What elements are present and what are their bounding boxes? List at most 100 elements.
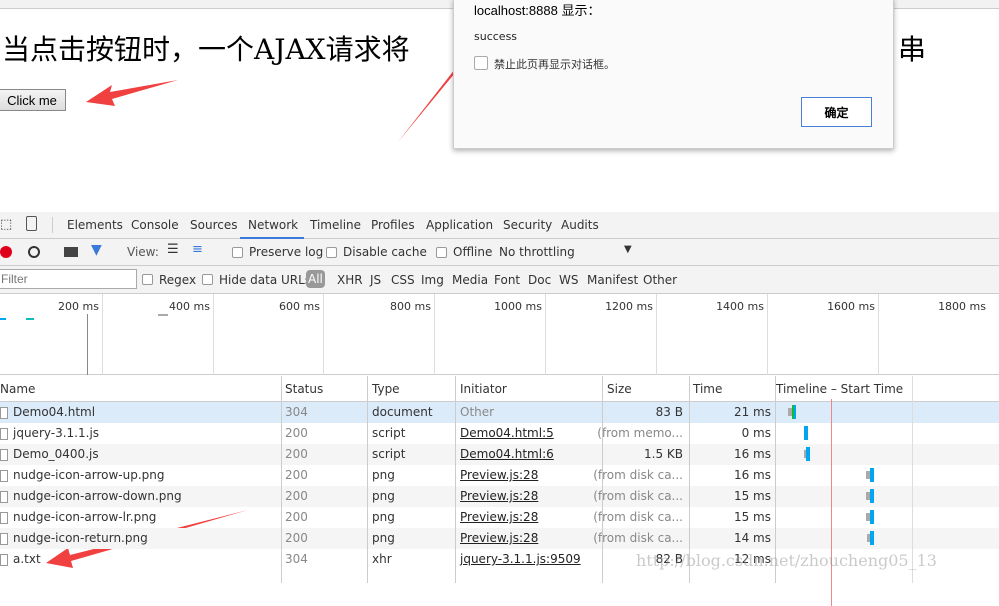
request-size: 83 B: [655, 405, 683, 419]
request-name[interactable]: a.txt: [13, 552, 41, 566]
table-row[interactable]: nudge-icon-arrow-up.png 200 png Preview.js:…: [0, 465, 999, 486]
request-initiator[interactable]: Preview.js:28: [460, 510, 538, 524]
preserve-log-label: Preserve log: [249, 245, 324, 259]
type-other[interactable]: Other: [643, 273, 677, 287]
overview-bar: [0, 318, 6, 320]
request-initiator[interactable]: Preview.js:28: [460, 531, 538, 545]
tab-console[interactable]: Console: [131, 218, 179, 232]
grid-line: [434, 294, 435, 375]
tick-label: 800 ms: [390, 300, 431, 313]
type-css[interactable]: CSS: [391, 273, 415, 287]
alert-dialog: localhost:8888 显示： success 禁止此页再显示对话框。 确…: [453, 0, 894, 149]
chevron-down-icon[interactable]: ▼: [624, 244, 632, 255]
tab-audits[interactable]: Audits: [561, 218, 599, 232]
inspect-element-icon[interactable]: ⬚: [0, 217, 12, 232]
timeline-overview[interactable]: 200 ms 400 ms 600 ms 800 ms 1000 ms 1200…: [0, 294, 999, 375]
col-size[interactable]: Size: [607, 382, 632, 396]
type-ws[interactable]: WS: [559, 273, 578, 287]
suppress-dialogs-checkbox[interactable]: [474, 56, 488, 70]
capture-screenshots-icon[interactable]: [64, 247, 78, 257]
table-row[interactable]: Demo04.html 304 document Other 83 B 21 ms: [0, 402, 999, 423]
type-doc[interactable]: Doc: [528, 273, 551, 287]
overview-bar: [26, 318, 34, 320]
tab-elements[interactable]: Elements: [67, 218, 123, 232]
type-xhr[interactable]: XHR: [337, 273, 363, 287]
request-initiator[interactable]: Demo04.html:5: [460, 426, 554, 440]
request-initiator[interactable]: Preview.js:28: [460, 468, 538, 482]
request-time: 16 ms: [733, 468, 771, 482]
dialog-title: localhost:8888 显示：: [474, 3, 601, 18]
tab-profiles[interactable]: Profiles: [371, 218, 415, 232]
download-bar: [870, 510, 874, 524]
grid-line: [767, 294, 768, 375]
preserve-log-checkbox[interactable]: [232, 247, 243, 258]
request-type: document: [372, 405, 433, 419]
request-size: (from memo...: [597, 426, 683, 440]
dialog-message: success: [474, 30, 518, 43]
type-all[interactable]: All: [306, 270, 325, 288]
tab-timeline[interactable]: Timeline: [310, 218, 361, 232]
tab-network[interactable]: Network: [240, 218, 305, 239]
type-js[interactable]: JS: [370, 273, 381, 287]
col-initiator[interactable]: Initiator: [460, 382, 507, 396]
type-media[interactable]: Media: [452, 273, 488, 287]
request-name[interactable]: Demo_0400.js: [13, 447, 99, 461]
type-img[interactable]: Img: [421, 273, 444, 287]
tab-sources[interactable]: Sources: [190, 218, 237, 232]
col-name[interactable]: Name: [0, 382, 35, 396]
table-row[interactable]: Demo_0400.js 200 script Demo04.html:6 1.5 KB…: [0, 444, 999, 465]
col-status[interactable]: Status: [285, 382, 323, 396]
tab-security[interactable]: Security: [503, 218, 552, 232]
request-size: 1.5 KB: [644, 447, 683, 461]
table-row[interactable]: jquery-3.1.1.js 200 script Demo04.html:5 (fr…: [0, 423, 999, 444]
table-row[interactable]: nudge-icon-arrow-lr.png 200 png Preview.js:…: [0, 507, 999, 528]
record-icon[interactable]: [0, 246, 12, 258]
clear-icon[interactable]: [28, 246, 40, 258]
type-manifest[interactable]: Manifest: [587, 273, 638, 287]
disable-cache-label: Disable cache: [343, 245, 427, 259]
type-font[interactable]: Font: [494, 273, 520, 287]
table-header: Name Status Type Initiator Size Time Tim…: [0, 376, 999, 402]
request-name[interactable]: nudge-icon-return.png: [13, 531, 148, 545]
request-size: (from disk ca...: [593, 468, 683, 482]
request-type: png: [372, 489, 395, 503]
col-time[interactable]: Time: [693, 382, 722, 396]
col-type[interactable]: Type: [372, 382, 400, 396]
arrow-annotation: [86, 80, 178, 106]
tick-label: 1400 ms: [716, 300, 764, 313]
request-initiator[interactable]: jquery-3.1.1.js:9509: [460, 552, 581, 566]
request-name[interactable]: nudge-icon-arrow-down.png: [13, 489, 182, 503]
offline-checkbox[interactable]: [436, 247, 447, 258]
suppress-dialogs-label: 禁止此页再显示对话框。: [494, 58, 615, 71]
device-toolbar-icon[interactable]: [26, 216, 37, 231]
request-name[interactable]: Demo04.html: [13, 405, 95, 419]
request-initiator[interactable]: Preview.js:28: [460, 489, 538, 503]
request-size: (from disk ca...: [593, 489, 683, 503]
file-icon: [0, 491, 8, 503]
col-timeline[interactable]: Timeline – Start Time: [776, 382, 903, 396]
waterfall-view-icon[interactable]: ≡: [192, 242, 203, 257]
request-name[interactable]: jquery-3.1.1.js: [13, 426, 99, 440]
watermark: http://blog.csdn.net/zhoucheng05_13: [636, 551, 937, 570]
request-name[interactable]: nudge-icon-arrow-lr.png: [13, 510, 156, 524]
grid-line: [323, 294, 324, 375]
regex-checkbox[interactable]: [142, 274, 153, 285]
request-type: png: [372, 468, 395, 482]
filter-input[interactable]: [0, 269, 137, 289]
filter-icon[interactable]: ▼: [91, 242, 102, 258]
request-name[interactable]: nudge-icon-arrow-up.png: [13, 468, 164, 482]
request-time: 15 ms: [733, 510, 771, 524]
table-row[interactable]: nudge-icon-arrow-down.png 200 png Preview.j…: [0, 486, 999, 507]
list-view-icon[interactable]: ☰: [167, 242, 179, 257]
tab-application[interactable]: Application: [426, 218, 493, 232]
request-type: png: [372, 510, 395, 524]
disable-cache-checkbox[interactable]: [326, 247, 337, 258]
table-row[interactable]: nudge-icon-return.png 200 png Preview.js:28…: [0, 528, 999, 549]
throttling-select[interactable]: No throttling: [499, 245, 575, 259]
hide-data-urls-checkbox[interactable]: [202, 274, 213, 285]
request-type: xhr: [372, 552, 392, 566]
download-bar: [870, 489, 874, 503]
request-initiator[interactable]: Demo04.html:6: [460, 447, 554, 461]
ok-button[interactable]: 确定: [801, 97, 872, 127]
tick-label: 1000 ms: [494, 300, 542, 313]
